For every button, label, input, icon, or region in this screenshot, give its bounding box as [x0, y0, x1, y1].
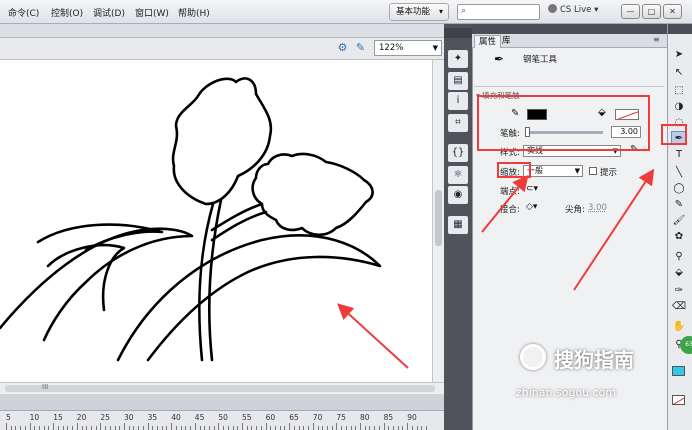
- arrow-to-pen: [573, 168, 655, 291]
- sogou-logo: [520, 344, 546, 370]
- watermark-url: zhinan.sogou.com: [516, 386, 617, 399]
- arrow-to-canvas: [337, 303, 409, 369]
- watermark-title: 搜狗指南: [554, 348, 634, 372]
- arrow-to-scale: [481, 174, 529, 233]
- notification-badge: 63: [680, 336, 692, 354]
